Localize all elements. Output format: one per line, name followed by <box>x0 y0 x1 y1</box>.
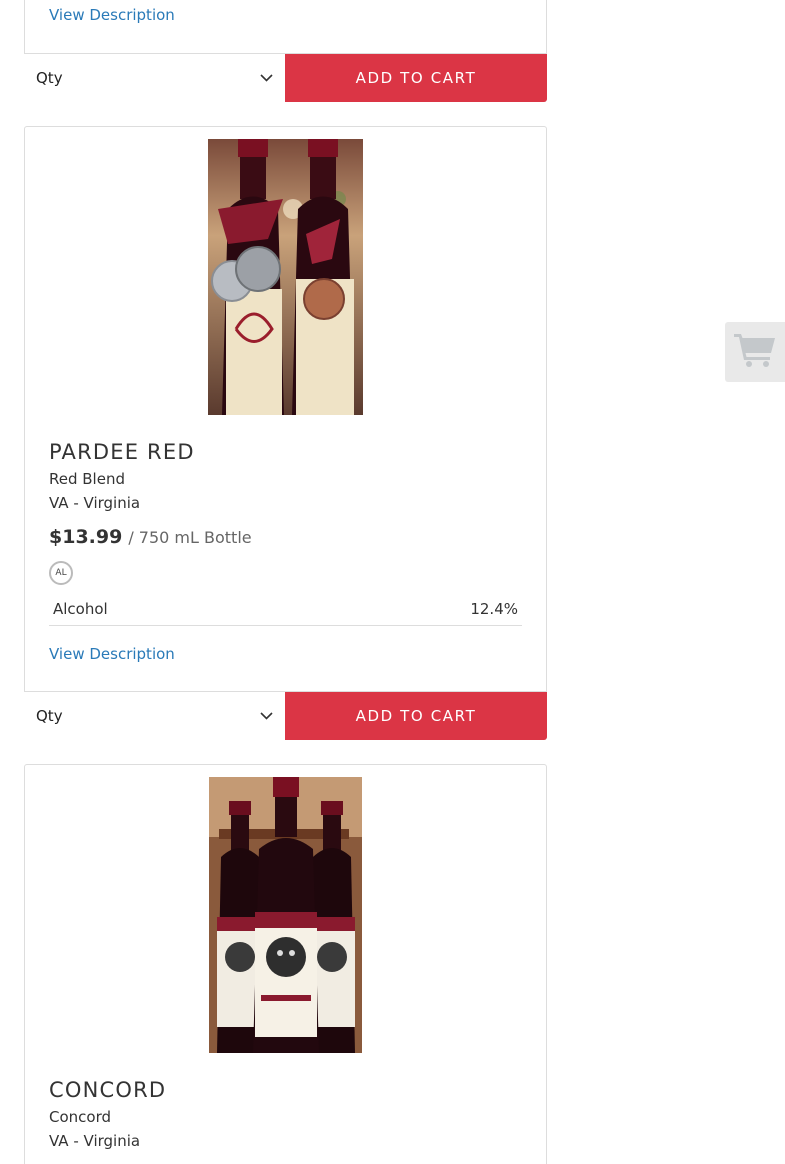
view-description-link[interactable]: View Description <box>49 645 175 663</box>
qty-select[interactable]: Qty <box>24 54 285 102</box>
stat-row: Alcohol 12.4% <box>49 593 522 626</box>
add-to-cart-button[interactable]: ADD TO CART <box>285 692 547 740</box>
alcohol-badge: AL <box>49 561 73 585</box>
qty-select[interactable]: Qty <box>24 692 285 740</box>
add-to-cart-button[interactable]: ADD TO CART <box>285 54 547 102</box>
product-image[interactable] <box>208 139 363 415</box>
qty-label: Qty <box>36 69 63 87</box>
qty-label: Qty <box>36 707 63 725</box>
purchase-row: Qty ADD TO CART <box>24 53 547 102</box>
stat-label: Alcohol <box>53 600 108 618</box>
product-region: VA - Virginia <box>49 494 141 512</box>
product-varietal: Red Blend <box>49 470 125 488</box>
product-name[interactable]: PARDEE RED <box>49 440 195 464</box>
shopping-cart-icon <box>734 333 776 371</box>
product-price: $13.99 <box>49 526 123 548</box>
floating-cart-button[interactable] <box>725 322 785 382</box>
chevron-down-icon <box>259 71 273 85</box>
product-unit: / 750 mL Bottle <box>128 528 252 547</box>
product-region: VA - Virginia <box>49 1132 141 1150</box>
price-row: $13.99 / 750 mL Bottle <box>49 526 252 548</box>
product-image[interactable] <box>209 777 362 1053</box>
product-card: PARDEE RED Red Blend VA - Virginia $13.9… <box>24 126 547 740</box>
chevron-down-icon <box>259 709 273 723</box>
stat-value: 12.4% <box>470 600 518 618</box>
product-name[interactable]: CONCORD <box>49 1078 166 1102</box>
view-description-link[interactable]: View Description <box>49 6 175 24</box>
product-card: View Description Qty ADD TO CART <box>24 0 547 102</box>
purchase-row: Qty ADD TO CART <box>24 691 547 740</box>
product-card: CONCORD Concord VA - Virginia <box>24 764 547 1164</box>
product-varietal: Concord <box>49 1108 112 1126</box>
